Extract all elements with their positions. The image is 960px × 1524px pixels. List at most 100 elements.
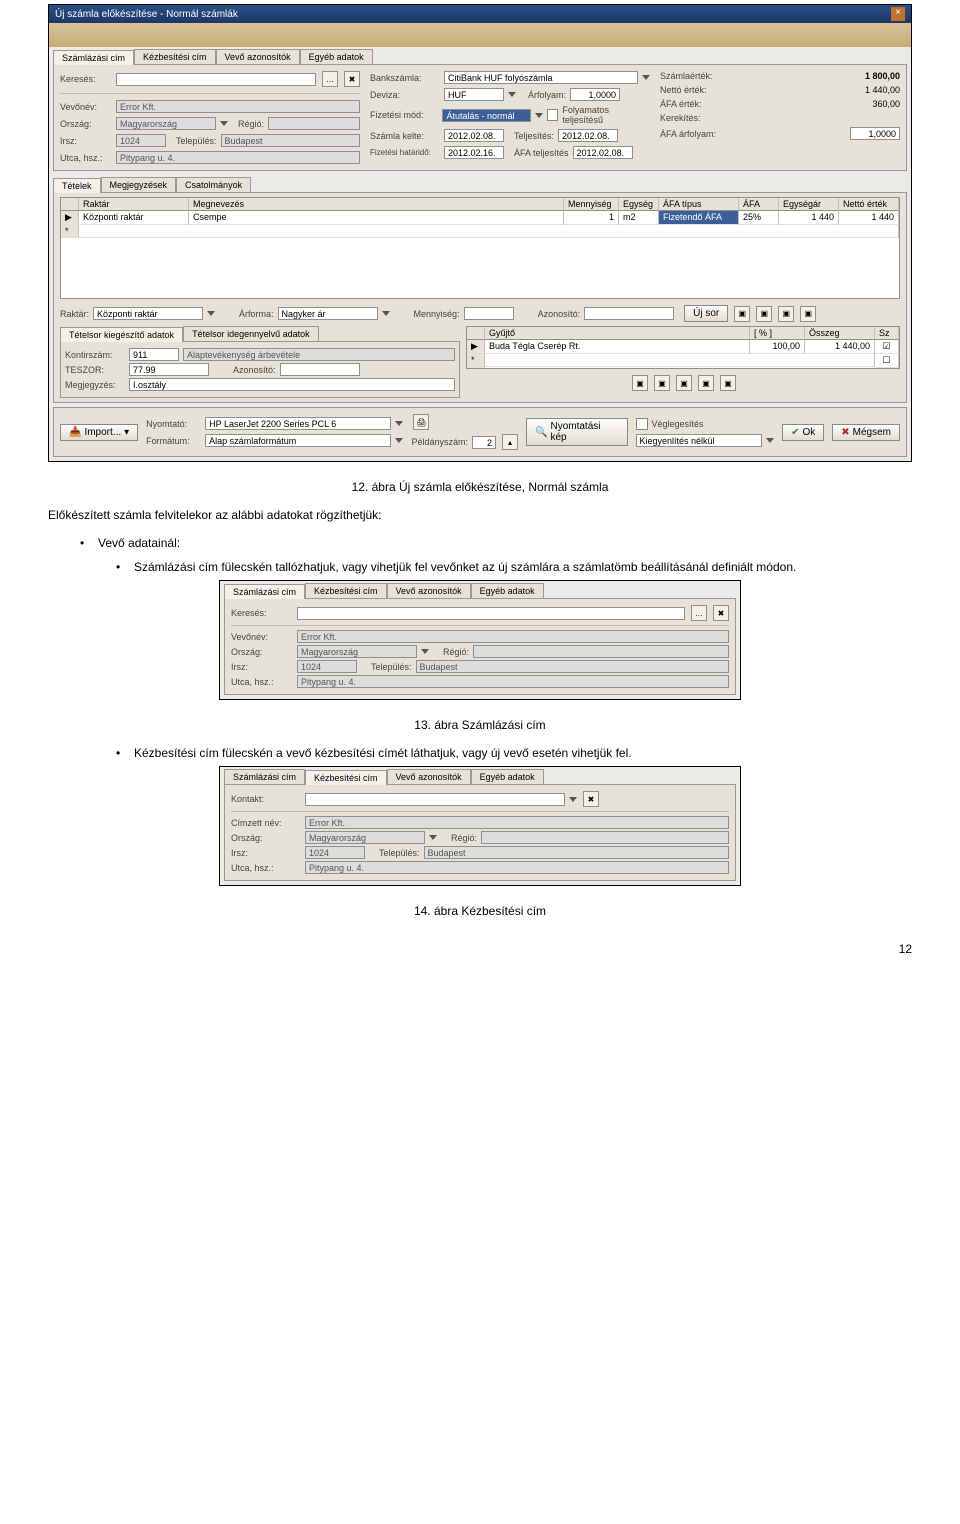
afa-arf-label: ÁFA árfolyam: [660, 129, 846, 139]
szamla-kelte-label: Számla kelte: [370, 131, 440, 141]
azonosito-field[interactable] [280, 363, 360, 376]
telepules-label: Település: [176, 136, 217, 146]
chevron-down-icon[interactable] [421, 649, 429, 654]
tab-vevo-azonositok[interactable]: Vevő azonosítók [387, 583, 471, 598]
table-row[interactable]: * [61, 225, 899, 238]
chevron-down-icon[interactable] [207, 311, 215, 316]
orszag-field: Magyarország [305, 831, 425, 844]
formatum-field[interactable]: Alap számlaformátum [205, 434, 391, 447]
window-titlebar[interactable]: Új számla előkészítése - Normál számlák … [49, 5, 911, 23]
search-input[interactable] [116, 73, 316, 86]
close-icon[interactable]: × [891, 7, 905, 21]
afa-arf-field[interactable]: 1,0000 [850, 127, 900, 140]
teszor-field[interactable]: 77.99 [129, 363, 209, 376]
tab-kezbesitesi-cim[interactable]: Kézbesítési cím [134, 49, 216, 64]
deviza-field[interactable]: HUF [444, 88, 504, 101]
tab-vevo-azonositok[interactable]: Vevő azonosítók [387, 769, 471, 784]
kiegyenlites-field[interactable]: Kiegyenlítés nélkül [636, 434, 763, 447]
import-button[interactable]: 📥 Import... ▾ [60, 424, 138, 441]
tab-csatolmanyok[interactable]: Csatolmányok [176, 177, 251, 192]
chevron-down-icon[interactable] [382, 311, 390, 316]
kontakt-field[interactable] [305, 793, 565, 806]
kontirszam-name: Alaptevékenység árbevétele [183, 348, 455, 361]
tab-szamlazasi-cim[interactable]: Számlázási cím [224, 769, 305, 784]
footer-icon[interactable]: ▣ [698, 375, 714, 391]
customer-tabs: Számlázási cím Kézbesítési cím Vevő azon… [49, 47, 911, 64]
kezbesitesi-cim-panel: Számlázási cím Kézbesítési cím Vevő azon… [219, 766, 741, 886]
chevron-down-icon[interactable] [395, 438, 403, 443]
chevron-down-icon[interactable] [508, 92, 516, 97]
tab-kezbesitesi-cim[interactable]: Kézbesítési cím [305, 770, 387, 785]
arforma-field[interactable]: Nagyker ár [278, 307, 378, 320]
nyomtato-field[interactable]: HP LaserJet 2200 Series PCL 6 [205, 417, 391, 430]
chevron-down-icon[interactable] [429, 835, 437, 840]
vevonev-label: Vevőnév: [60, 102, 112, 112]
footer-icon[interactable]: ▣ [654, 375, 670, 391]
row-icon[interactable]: ▣ [778, 306, 794, 322]
search-clear-icon[interactable]: ✖ [344, 71, 360, 87]
kerekites-label: Kerekítés: [660, 113, 896, 123]
bankszamla-field[interactable]: CitiBank HUF folyószámla [444, 71, 638, 84]
tab-egyeb-adatok[interactable]: Egyéb adatok [471, 583, 544, 598]
footer-icon[interactable]: ▣ [720, 375, 736, 391]
search-input[interactable] [297, 607, 685, 620]
cancel-button[interactable]: ✖ Mégsem [832, 424, 900, 441]
szamlaertek-value: 1 800,00 [865, 71, 900, 81]
tab-egyeb-adatok[interactable]: Egyéb adatok [471, 769, 544, 784]
stepper-icon[interactable]: ▴ [502, 434, 518, 450]
chevron-down-icon[interactable] [569, 797, 577, 802]
nyomtatasi-kep-button[interactable]: 🔍 Nyomtatási kép [526, 418, 628, 446]
kontakt-label: Kontakt: [231, 794, 301, 804]
mennyiseg-field[interactable] [464, 307, 514, 320]
row-icon[interactable]: ▣ [756, 306, 772, 322]
chevron-down-icon[interactable] [766, 438, 774, 443]
azonosito-field[interactable] [584, 307, 674, 320]
ok-button[interactable]: ✔ Ok [782, 424, 824, 441]
utca-field: Pitypang u. 4. [297, 675, 729, 688]
vevonev-field: Error Kft. [297, 630, 729, 643]
fizmod-field[interactable]: Átutalás - normál [442, 109, 530, 122]
arfolyam-field[interactable]: 1,0000 [570, 88, 620, 101]
peldany-field[interactable]: 2 [472, 436, 496, 449]
footer-icon[interactable]: ▣ [632, 375, 648, 391]
table-row[interactable]: * ☐ [467, 354, 899, 368]
kontirszam-field[interactable]: 911 [129, 348, 179, 361]
search-browse-icon[interactable]: … [691, 605, 707, 621]
fiz-hatarido-field[interactable]: 2012.02.16. [444, 146, 504, 159]
tab-tetelek[interactable]: Tételek [53, 178, 101, 193]
megjegyzes-field[interactable]: I.osztály [129, 378, 455, 391]
table-row[interactable]: ▶ Központi raktár Csempe 1 m2 Fizetendő … [61, 211, 899, 225]
search-browse-icon[interactable]: … [322, 71, 338, 87]
col-megnevezes: Megnevezés [189, 198, 564, 211]
tab-szamlazasi-cim[interactable]: Számlázási cím [224, 584, 305, 599]
chevron-down-icon[interactable] [642, 75, 650, 80]
gyujto-grid[interactable]: Gyűjtő [ % ] Összeg Sz ▶ Buda Tégla Cser… [466, 326, 900, 369]
veglegesites-checkbox[interactable] [636, 418, 648, 430]
chevron-down-icon[interactable] [220, 121, 228, 126]
search-clear-icon[interactable]: ✖ [713, 605, 729, 621]
tab-vevo-azonositok[interactable]: Vevő azonosítók [216, 49, 300, 64]
uj-sor-button[interactable]: Új sor [684, 305, 728, 322]
chevron-down-icon[interactable] [395, 421, 403, 426]
tab-egyeb-adatok[interactable]: Egyéb adatok [300, 49, 373, 64]
tetel-grid[interactable]: Raktár Megnevezés Mennyiség Egység ÁFA t… [60, 197, 900, 299]
row-icon[interactable]: ▣ [800, 306, 816, 322]
printer-icon[interactable]: 🖨 [413, 414, 429, 430]
raktar-field[interactable]: Központi raktár [93, 307, 203, 320]
kontakt-clear-icon[interactable]: ✖ [583, 791, 599, 807]
footer-icon[interactable]: ▣ [676, 375, 692, 391]
tab-kezbesitesi-cim[interactable]: Kézbesítési cím [305, 583, 387, 598]
chevron-down-icon[interactable] [535, 113, 543, 118]
row-icon[interactable]: ▣ [734, 306, 750, 322]
tab-szamlazasi-cim[interactable]: Számlázási cím [53, 50, 134, 65]
tab-tetelsor-idegen[interactable]: Tételsor idegennyelvű adatok [183, 326, 319, 341]
tab-tetelsor-kieg[interactable]: Tételsor kiegészítő adatok [60, 327, 183, 342]
tab-megjegyzesek[interactable]: Megjegyzések [101, 177, 177, 192]
afa-telj-field[interactable]: 2012.02.08. [573, 146, 633, 159]
table-row[interactable]: ▶ Buda Tégla Cserép Rt. 100,00 1 440,00 … [467, 340, 899, 354]
szamla-kelte-field[interactable]: 2012.02.08. [444, 129, 504, 142]
teljesites-field[interactable]: 2012.02.08. [558, 129, 618, 142]
nyomtato-label: Nyomtató: [146, 419, 201, 429]
bankszamla-label: Bankszámla: [370, 73, 440, 83]
folyamatos-checkbox[interactable] [547, 109, 559, 121]
